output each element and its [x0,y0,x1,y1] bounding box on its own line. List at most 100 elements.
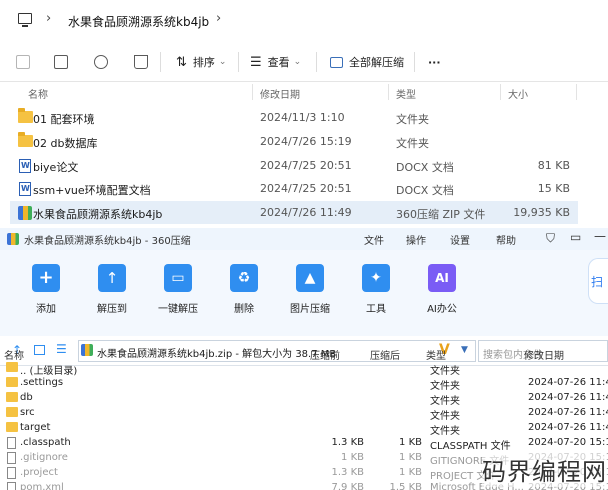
zip-col-name[interactable]: 名称 [4,347,24,362]
skin-icon[interactable]: ⛉ [546,231,555,246]
column-size[interactable]: 大小 [508,86,528,101]
file-type: 文件夹 [396,137,429,150]
zip-row[interactable]: .settings 文件夹 2024-07-26 11:49 [0,376,608,392]
menu-settings[interactable]: 设置 [450,232,470,247]
zip-row[interactable]: db 文件夹 2024-07-26 11:49 [0,391,608,407]
chevron-right-icon[interactable]: › [46,11,51,26]
zip-row-type: 文件夹 [430,366,460,377]
computer-icon[interactable] [18,13,32,27]
file-row[interactable]: ssm+vue环境配置文档 2024/7/25 20:51 DOCX 文档 15 KB [10,177,578,200]
tools-button[interactable]: ✦ 工具 [346,260,406,330]
zip-row[interactable]: target 文件夹 2024-07-26 11:49 [0,421,608,437]
menu-file[interactable]: 文件 [364,232,384,247]
zip-col-type[interactable]: 类型 [426,347,446,362]
zip-row-modified: 2024-07-20 15:11 [528,437,608,448]
one-click-extract-icon: ▭ [164,264,192,292]
zip-logo-icon [7,233,19,245]
minimize-icon[interactable]: — [594,229,606,243]
add-icon: + [32,264,60,292]
file-name: biye论文 [33,161,79,174]
chevron-down-icon: ⌄ [218,57,227,67]
zip-row-compressed: 1 KB [341,452,364,463]
file-icon [7,467,16,479]
column-modified[interactable]: 修改日期 [260,86,300,101]
folder-icon [6,377,18,387]
zip-row-compressed: 1.3 KB [331,437,365,448]
view-button[interactable]: ☰ 查看 ⌄ [250,54,301,70]
image-compress-label: 图片压缩 [290,304,330,315]
file-type: DOCX 文档 [396,161,454,174]
file-row[interactable]: 02 db数据库 2024/7/26 15:19 文件夹 [10,130,578,153]
copy-button[interactable] [16,54,30,70]
zip-row-name: target [20,422,51,433]
zip-row-modified: 2024-07-26 11:49 [528,407,608,418]
delete-button[interactable] [134,54,148,70]
delete-zip-label: 删除 [234,304,254,315]
file-row[interactable]: 水果食品顾溯源系统kb4jb 2024/7/26 11:49 360压缩 ZIP 文… [10,201,578,224]
file-icon [7,452,16,464]
file-name: 水果食品顾溯源系统kb4jb [33,208,163,221]
more-button[interactable]: ··· [428,54,441,70]
file-size: 19,935 KB [513,206,570,219]
scan-button[interactable]: 扫 [588,258,608,304]
address-bar[interactable]: › 水果食品顾溯源系统kb4jb › [0,0,608,40]
sort-button[interactable]: ⇅ 排序 ⌄ [176,54,226,70]
image-icon: ▲ [296,264,324,292]
zip-row[interactable]: src 文件夹 2024-07-26 11:49 [0,406,608,422]
file-modified: 2024/7/26 11:49 [260,206,352,219]
file-size: 81 KB [537,159,570,172]
chevron-right-icon[interactable]: › [216,11,221,26]
file-row[interactable]: 01 配套环境 2024/11/3 1:10 文件夹 [10,106,578,129]
column-type[interactable]: 类型 [396,86,416,101]
zip-row-modified: 2024-07-26 11:49 [528,377,608,388]
zip-title: 水果食品顾溯源系统kb4jb - 360压缩 [24,236,191,247]
zip-row-name: .project [20,467,58,478]
add-label: 添加 [36,304,56,315]
extract-to-button[interactable]: ↑ 解压到 [82,260,142,330]
rename-button[interactable] [54,54,68,70]
menu-help[interactable]: 帮助 [496,232,516,247]
zip-row-modified: 2024-07-26 11:49 [528,392,608,403]
image-compress-button[interactable]: ▲ 图片压缩 [280,260,340,330]
menu-operate[interactable]: 操作 [406,232,426,247]
zip-row-packed: 1 KB [399,467,422,478]
zip-icon [18,206,32,220]
zip-col-packed[interactable]: 压缩后 [370,347,400,362]
tools-icon: ✦ [362,264,390,292]
column-name[interactable]: 名称 [28,86,48,101]
zip-row-name: .. (上级目录) [20,366,78,377]
column-header: 名称 修改日期 类型 大小 [0,82,608,102]
file-explorer-window: › 水果食品顾溯源系统kb4jb › ⇅ 排序 ⌄ ☰ 查看 ⌄ 全部解压缩 ·… [0,0,608,228]
zip-col-compressed[interactable]: 压缩前 [310,347,340,362]
column-divider [252,84,253,100]
toolbar-divider [316,52,317,72]
breadcrumb-current[interactable]: 水果食品顾溯源系统kb4jb [68,13,209,30]
extract-all-button[interactable]: 全部解压缩 [330,54,404,70]
zip-row-packed: 1.5 KB [389,482,423,490]
ai-office-button[interactable]: AI AI办公 [412,260,472,330]
zip-column-header: 名称 压缩前 压缩后 类型 修改日期 [0,346,608,362]
zip-row-name: .gitignore [20,452,68,463]
chevron-down-icon: ⌄ [293,57,302,67]
zip-row-name: .settings [20,377,64,388]
zip-col-modified[interactable]: 修改日期 [524,347,564,362]
share-button[interactable] [94,54,108,70]
zip-row-name: .classpath [20,437,71,448]
zip-row[interactable]: .classpath 1.3 KB 1 KB CLASSPATH 文件 2024-07-… [0,436,608,452]
feedback-icon[interactable]: ▭ [570,230,581,244]
zip-row-compressed: 1.3 KB [331,467,365,478]
add-button[interactable]: + 添加 [16,260,76,330]
delete-zip-button[interactable]: ♻ 删除 [214,260,274,330]
one-click-extract-button[interactable]: ▭ 一键解压 [148,260,208,330]
zip-row[interactable]: .. (上级目录) 文件夹 [0,361,608,377]
zip-title-bar: 水果食品顾溯源系统kb4jb - 360压缩 文件 操作 设置 帮助 ⛉ ▭ — [0,228,608,250]
extract-icon [330,56,343,68]
one-click-extract-label: 一键解压 [158,304,198,315]
tools-label: 工具 [366,304,386,315]
view-icon: ☰ [250,54,262,70]
file-modified: 2024/7/26 15:19 [260,135,352,148]
sort-label: 排序 [192,56,215,69]
file-modified: 2024/7/25 20:51 [260,182,352,195]
file-name: 01 配套环境 [33,113,95,126]
file-row[interactable]: biye论文 2024/7/25 20:51 DOCX 文档 81 KB [10,154,578,177]
